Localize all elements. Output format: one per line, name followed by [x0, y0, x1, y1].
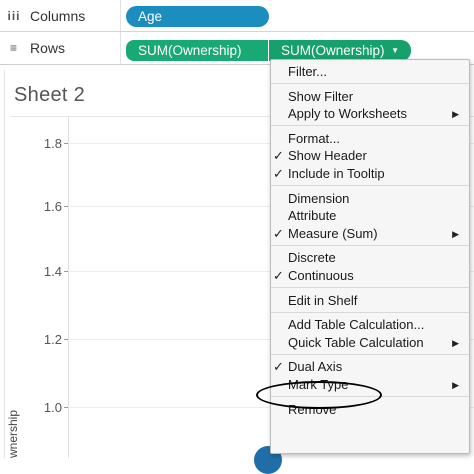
rows-shelf-label: ≡ Rows [6, 32, 121, 64]
checkmark-icon: ✓ [273, 166, 284, 181]
menu-item-label: Edit in Shelf [288, 292, 358, 308]
y-tick-label: 1.0 [43, 400, 62, 415]
submenu-arrow-icon: ▶ [452, 228, 459, 239]
menu-item-label: Add Table Calculation... [288, 317, 425, 333]
rows-label: Rows [30, 40, 66, 56]
y-tick-label: 1.4 [43, 264, 62, 279]
sum-ownership-pill-1-label: SUM(Ownership) [138, 43, 242, 58]
menu-item-label: Format... [288, 130, 341, 146]
submenu-arrow-icon: ▶ [452, 337, 459, 348]
menu-item-label: Attribute [288, 208, 337, 224]
checkmark-icon: ✓ [273, 225, 284, 241]
menu-item-label: Dual Axis [288, 359, 343, 375]
menu-item-label: Dimension [288, 190, 350, 206]
columns-icon: iii [7, 8, 21, 23]
menu-separator [271, 125, 469, 127]
menu-item-label: Discrete [288, 250, 336, 266]
menu-separator [271, 185, 469, 187]
submenu-arrow-icon: ▶ [452, 380, 459, 390]
checkmark-icon: ✓ [273, 359, 284, 375]
menu-separator [271, 353, 469, 355]
y-tick-label: 1.8 [43, 136, 62, 151]
y-tick-mark [64, 206, 68, 207]
y-axis-title-text: wnership [6, 409, 20, 458]
sheet-title: Sheet 2 [14, 84, 86, 106]
y-tick-mark [64, 143, 68, 144]
menu-item-label: Include in Tooltip [288, 166, 385, 181]
menu-item-label: Quick Table Calculation [288, 334, 424, 350]
menu-item-label: Show Filter [288, 88, 354, 104]
menu-item-apply-to-worksheets[interactable]: Apply to Worksheets ▶ [271, 105, 469, 123]
dual-axis-highlight-oval [256, 381, 382, 409]
chevron-down-icon[interactable]: ▼ [391, 46, 399, 55]
sum-ownership-pill-2-label: SUM(Ownership) [281, 43, 385, 58]
menu-separator [271, 287, 469, 289]
menu-item-dimension[interactable]: Dimension [271, 190, 469, 208]
y-tick-label: 1.6 [43, 199, 62, 214]
menu-item-filter[interactable]: Filter... [271, 63, 469, 81]
sum-ownership-pill-1[interactable]: SUM(Ownership) [126, 40, 268, 61]
sum-ownership-pill-2[interactable]: SUM(Ownership) ▼ [269, 40, 411, 61]
menu-item-label: Show Header [288, 148, 367, 164]
menu-item-add-table-calculation[interactable]: Add Table Calculation... [271, 316, 469, 334]
submenu-arrow-icon: ▶ [452, 109, 459, 120]
checkmark-icon: ✓ [273, 148, 284, 164]
menu-item-discrete[interactable]: Discrete [271, 249, 469, 267]
y-tick-mark [64, 271, 68, 272]
menu-separator [271, 244, 469, 246]
y-tick-mark [64, 407, 68, 408]
menu-item-format[interactable]: Format... [271, 130, 469, 148]
menu-item-label: Continuous [288, 268, 354, 283]
menu-item-continuous[interactable]: ✓ Continuous [271, 267, 469, 285]
menu-separator [271, 311, 469, 313]
menu-item-measure-sum[interactable]: ✓ Measure (Sum) ▶ [271, 225, 469, 243]
menu-separator [271, 83, 469, 85]
age-pill[interactable]: Age [126, 6, 269, 27]
rows-icon: ≡ [9, 41, 18, 55]
columns-shelf-label: iii Columns [6, 0, 121, 31]
menu-item-quick-table-calculation[interactable]: Quick Table Calculation ▶ [271, 334, 469, 352]
menu-item-edit-in-shelf[interactable]: Edit in Shelf [271, 292, 469, 310]
columns-label: Columns [30, 7, 86, 24]
checkmark-icon: ✓ [273, 268, 284, 283]
menu-item-label: Measure (Sum) [288, 225, 378, 241]
menu-item-include-in-tooltip[interactable]: ✓ Include in Tooltip [271, 165, 469, 183]
age-pill-label: Age [138, 9, 163, 24]
y-tick-mark [64, 339, 68, 340]
y-tick-label: 1.2 [43, 332, 62, 347]
menu-item-dual-axis[interactable]: ✓ Dual Axis [271, 358, 469, 376]
menu-item-attribute[interactable]: Attribute [271, 207, 469, 225]
menu-item-label: Filter... [288, 64, 328, 79]
menu-item-show-filter[interactable]: Show Filter [271, 88, 469, 106]
menu-item-show-header[interactable]: ✓ Show Header [271, 147, 469, 165]
menu-item-label: Apply to Worksheets [288, 106, 407, 122]
